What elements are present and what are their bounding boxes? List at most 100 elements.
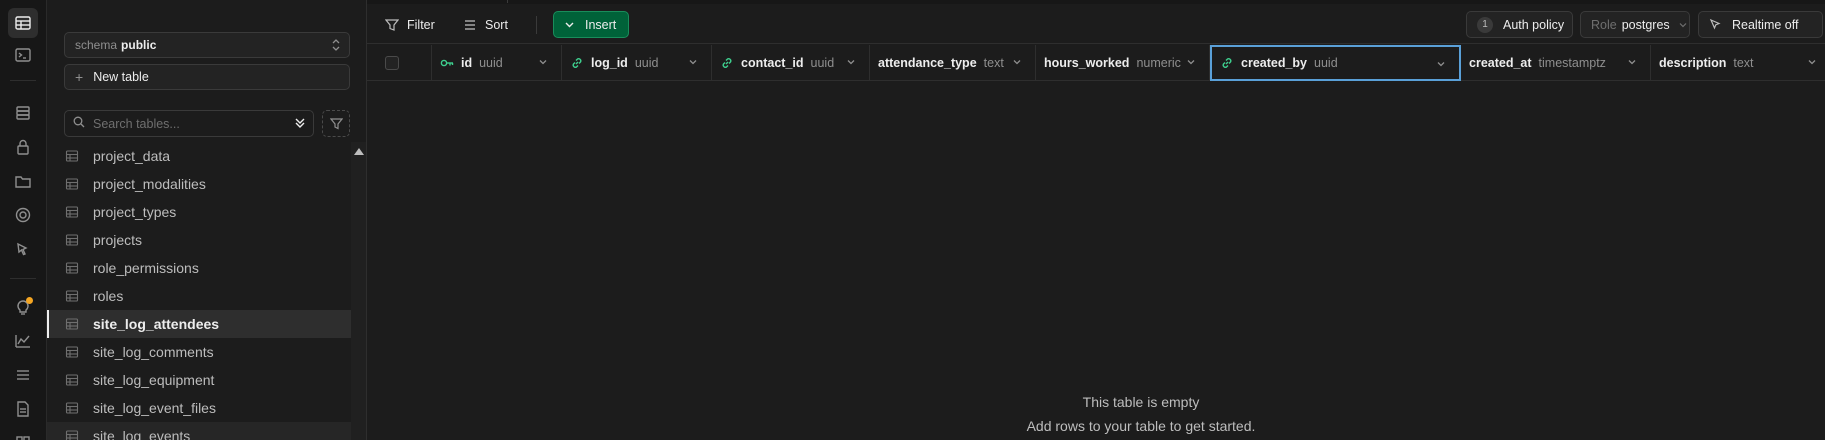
sidebar-table-item[interactable]: project_data [47, 142, 351, 170]
column-header-contact-id[interactable]: contact_id uuid [712, 45, 870, 81]
auth-policy-button[interactable]: 1 Auth policy [1466, 11, 1573, 38]
table-name: site_log_events [93, 428, 191, 440]
sort-button[interactable]: Sort [463, 12, 508, 38]
api-docs-icon[interactable] [8, 394, 38, 424]
empty-state-title: This table is empty [1082, 394, 1200, 410]
chevron-down-icon [1679, 22, 1687, 27]
role-selector[interactable]: Role postgres [1580, 11, 1690, 38]
column-type: text [983, 56, 1004, 70]
chevron-down-icon[interactable] [1011, 56, 1023, 68]
filter-tables-button[interactable] [322, 110, 350, 137]
column-type: numeric [1136, 56, 1181, 70]
policy-count-badge: 1 [1477, 16, 1493, 33]
plus-icon: + [75, 69, 84, 85]
logs-icon[interactable] [8, 360, 38, 390]
chevron-down-icon[interactable] [1626, 56, 1638, 68]
column-header-created-at[interactable]: created_at timestamptz [1461, 45, 1651, 81]
table-name: project_types [93, 204, 177, 220]
reports-icon[interactable] [8, 326, 38, 356]
sidebar-table-item[interactable]: site_log_equipment [47, 366, 351, 394]
link-icon [720, 56, 734, 70]
table-icon [65, 178, 79, 190]
chevron-down-icon[interactable] [687, 56, 699, 68]
column-type: uuid [1314, 56, 1338, 70]
table-icon [65, 430, 79, 440]
funnel-icon [329, 118, 343, 130]
link-icon [570, 56, 584, 70]
column-header-description[interactable]: description text [1651, 45, 1825, 81]
filter-button[interactable]: Filter [385, 12, 435, 38]
search-tables [64, 110, 314, 137]
integrations-icon[interactable] [8, 428, 38, 440]
key-icon [440, 56, 454, 70]
chevron-down-icon[interactable] [1806, 56, 1818, 68]
column-name: contact_id [741, 56, 804, 70]
chevron-down-icon[interactable] [537, 56, 549, 68]
sidebar-table-item[interactable]: site_log_event_files [47, 394, 351, 422]
grid-header: id uuid log_id uuid contact_id uuid attendance… [367, 45, 1825, 81]
chevron-down-icon[interactable] [1185, 56, 1197, 68]
column-name: hours_worked [1044, 56, 1130, 70]
sidebar-table-item[interactable]: projects [47, 226, 351, 254]
table-name: projects [93, 232, 143, 248]
search-icon [73, 116, 85, 131]
table-editor-icon[interactable] [8, 8, 38, 38]
sidebar-table-item[interactable]: roles [47, 282, 351, 310]
table-name: site_log_comments [93, 344, 214, 360]
table-sidebar: schema public + New table project_datapr… [47, 0, 367, 440]
insert-button[interactable]: Insert [553, 11, 629, 38]
table-icon [65, 206, 79, 218]
column-header-attendance-type[interactable]: attendance_type text [870, 45, 1036, 81]
cursor-icon [1709, 18, 1721, 30]
column-header-log-id[interactable]: log_id uuid [562, 45, 712, 81]
sidebar-table-item[interactable]: site_log_attendees [47, 310, 351, 338]
advisor-icon[interactable] [8, 292, 38, 322]
realtime-toggle[interactable]: Realtime off [1698, 11, 1823, 38]
chevron-updown-icon [331, 38, 341, 55]
column-header-hours-worked[interactable]: hours_worked numeric [1036, 45, 1210, 81]
select-all-checkbox[interactable] [385, 56, 399, 70]
column-name: description [1659, 56, 1727, 70]
sidebar-table-item[interactable]: project_types [47, 198, 351, 226]
sql-editor-icon[interactable] [8, 40, 38, 70]
sidebar-table-item[interactable]: project_modalities [47, 170, 351, 198]
column-name: id [461, 56, 473, 70]
new-table-button[interactable]: + New table [64, 64, 350, 90]
column-type: timestamptz [1538, 56, 1606, 70]
column-name: created_at [1469, 56, 1532, 70]
storage-icon[interactable] [8, 166, 38, 196]
column-header-created-by[interactable]: created_by uuid [1210, 45, 1461, 81]
schema-prefix: schema [75, 38, 118, 52]
column-type: uuid [634, 56, 659, 70]
realtime-label: Realtime off [1732, 17, 1799, 32]
sidebar-table-item[interactable]: site_log_events [47, 422, 351, 440]
chevron-down-icon[interactable] [845, 56, 857, 68]
chevrons-down-icon[interactable] [293, 116, 307, 133]
table-icon [65, 374, 79, 386]
sidebar-table-item[interactable]: role_permissions [47, 254, 351, 282]
table-name: roles [93, 288, 124, 304]
column-type: text [1733, 56, 1754, 70]
table-icon [65, 290, 79, 302]
table-name: site_log_attendees [93, 316, 220, 332]
sidebar-scrollbar[interactable] [351, 142, 366, 440]
sidebar-table-item[interactable]: site_log_comments [47, 338, 351, 366]
search-input[interactable] [93, 116, 283, 131]
table-icon [65, 234, 79, 246]
database-icon[interactable] [8, 98, 38, 128]
main-area: Filter Sort Insert 1 Auth policy Role po… [367, 0, 1825, 440]
edge-functions-icon[interactable] [8, 234, 38, 264]
realtime-icon[interactable] [8, 200, 38, 230]
column-type: uuid [479, 56, 503, 70]
chevron-down-icon[interactable] [1435, 58, 1447, 70]
column-header-id[interactable]: id uuid [432, 45, 562, 81]
table-icon [65, 318, 79, 330]
insert-label: Insert [585, 17, 617, 32]
column-type: uuid [810, 56, 835, 70]
schema-selector[interactable]: schema public [64, 32, 350, 58]
table-icon [65, 346, 79, 358]
select-all-cell [367, 45, 432, 81]
auth-icon[interactable] [8, 132, 38, 162]
auth-policy-label: Auth policy [1503, 17, 1565, 32]
table-list: project_data project_modalities project_ty… [47, 142, 351, 440]
